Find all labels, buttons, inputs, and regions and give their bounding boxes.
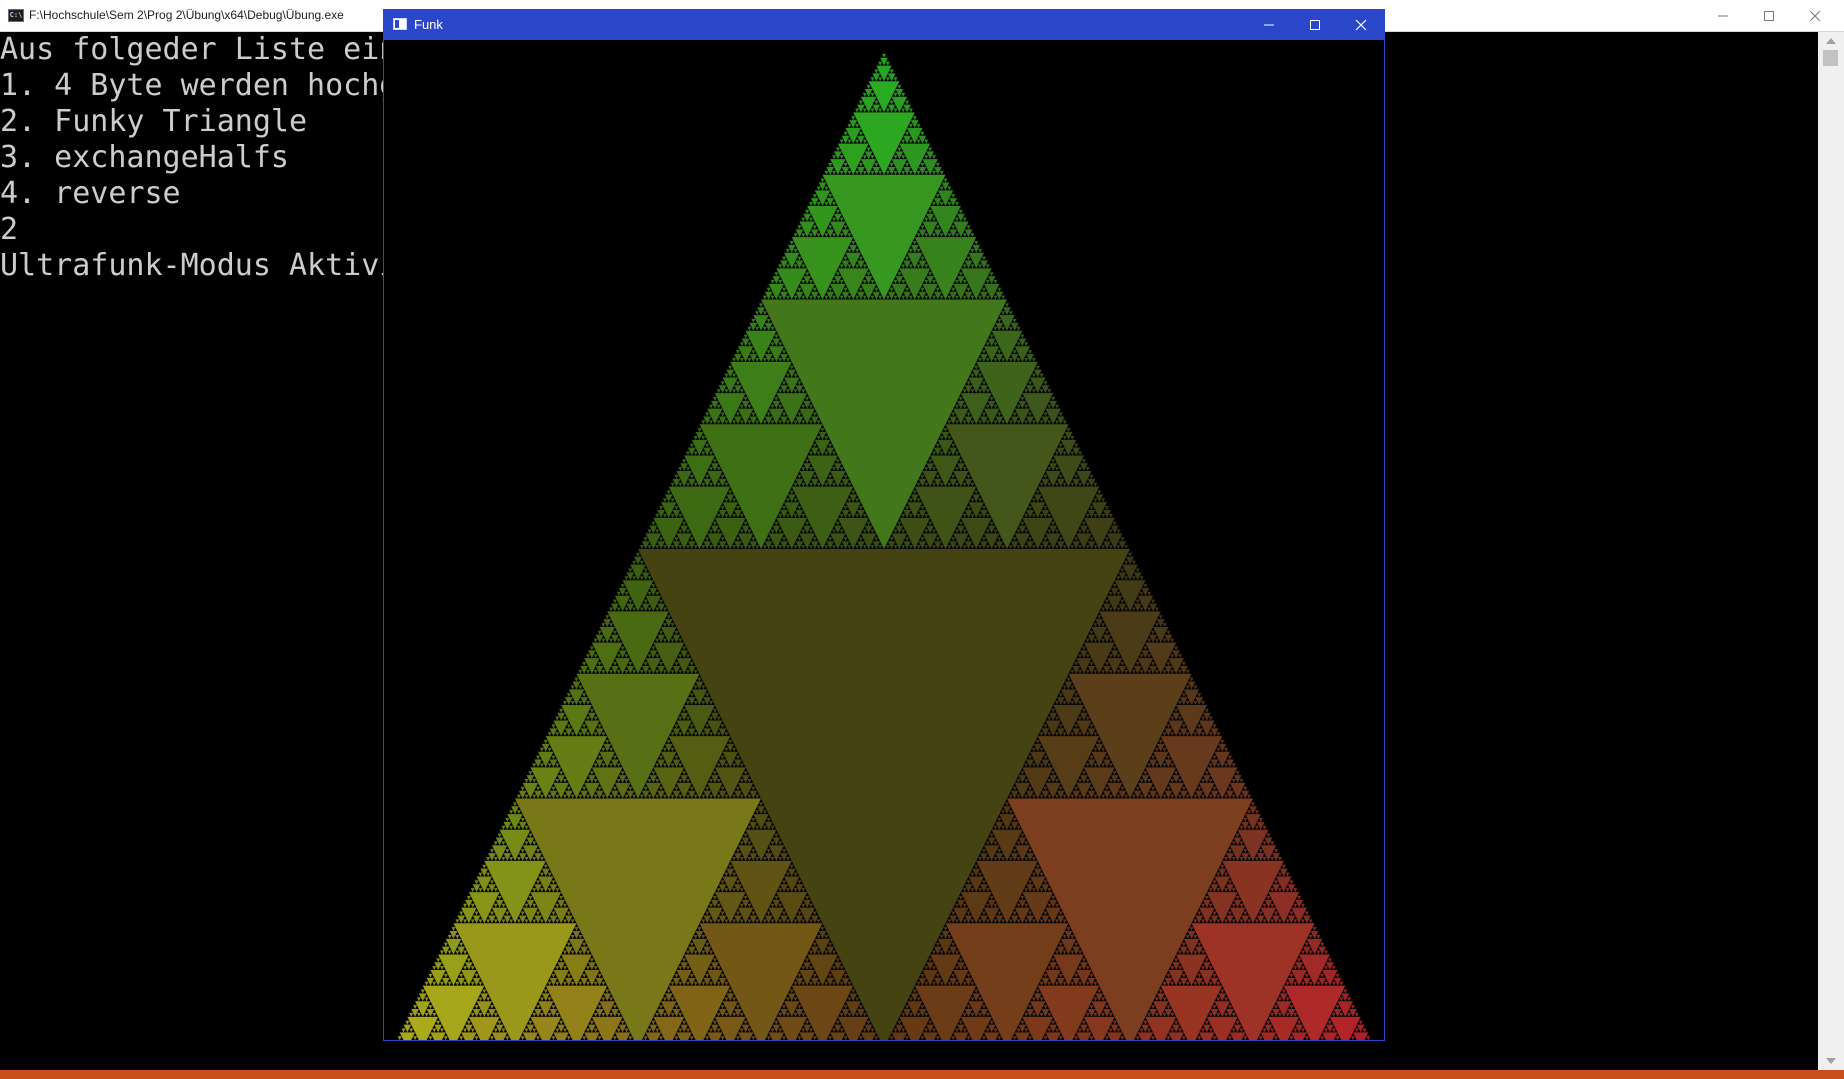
- close-icon: [1355, 19, 1367, 31]
- chevron-up-icon: [1826, 38, 1836, 44]
- taskbar-strip: [0, 1070, 1844, 1079]
- funk-close-button[interactable]: [1338, 10, 1384, 40]
- minimize-icon: [1718, 15, 1728, 16]
- console-app-icon: C:\: [8, 9, 24, 22]
- funk-window: Funk: [383, 9, 1385, 1048]
- maximize-icon: [1764, 10, 1774, 21]
- close-icon: [1809, 10, 1821, 21]
- console-maximize-button[interactable]: [1746, 0, 1792, 31]
- console-scrollbar[interactable]: [1818, 32, 1844, 1070]
- scroll-thumb[interactable]: [1823, 50, 1838, 66]
- funk-minimize-button[interactable]: [1246, 10, 1292, 40]
- window-app-icon: [393, 18, 407, 30]
- sierpinski-triangle: [392, 50, 1376, 1048]
- console-window-title: F:\Hochschule\Sem 2\Prog 2\Übung\x64\Deb…: [29, 8, 344, 22]
- funk-window-title: Funk: [414, 17, 443, 32]
- funk-maximize-button[interactable]: [1292, 10, 1338, 40]
- chevron-down-icon: [1826, 1058, 1836, 1064]
- console-close-button[interactable]: [1792, 0, 1838, 31]
- scroll-up-button[interactable]: [1818, 32, 1844, 50]
- fractal-canvas[interactable]: [384, 40, 1384, 1048]
- console-minimize-button[interactable]: [1700, 0, 1746, 31]
- scroll-down-button[interactable]: [1818, 1052, 1844, 1070]
- funk-titlebar[interactable]: Funk: [384, 10, 1384, 40]
- maximize-icon: [1310, 20, 1320, 30]
- minimize-icon: [1264, 24, 1274, 26]
